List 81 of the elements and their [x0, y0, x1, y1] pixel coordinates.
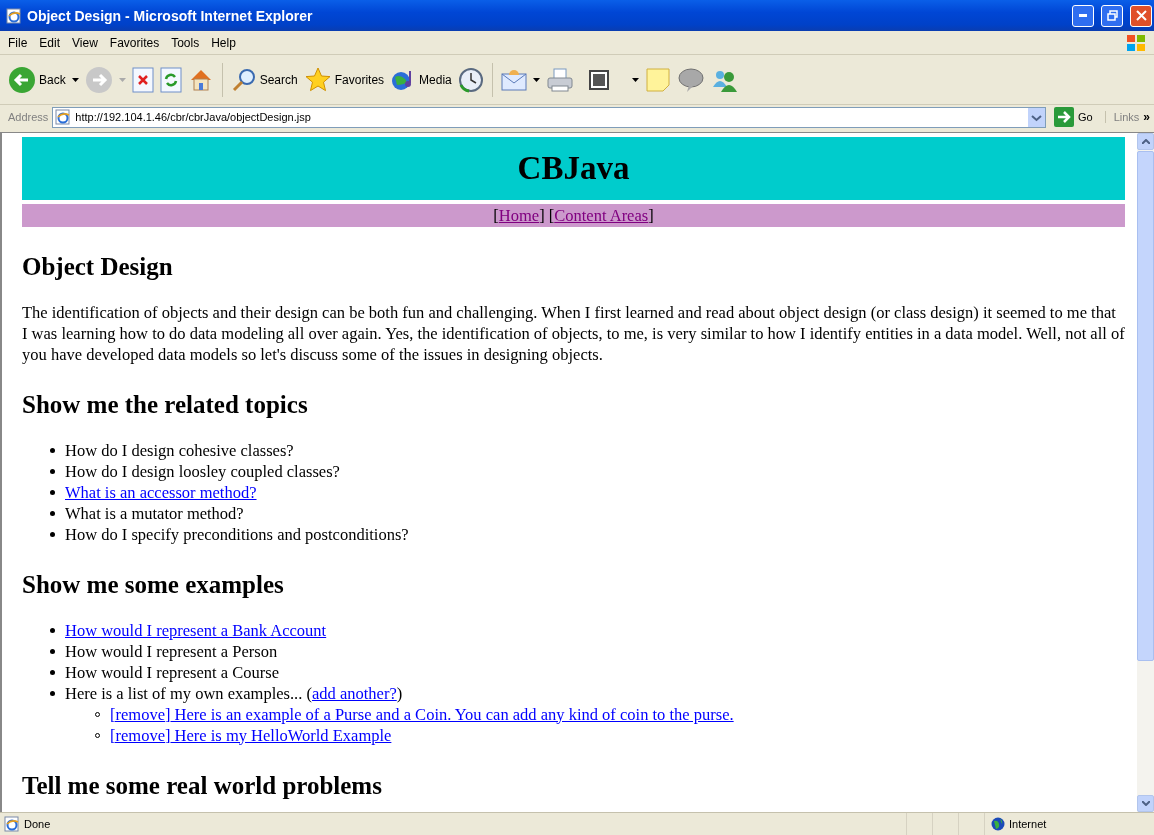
bullet-icon — [50, 490, 55, 495]
refresh-icon[interactable] — [159, 66, 182, 93]
link[interactable]: How would I represent a Bank Account — [65, 620, 327, 641]
go-button[interactable]: Go — [1049, 107, 1101, 127]
back-button[interactable]: Back — [8, 65, 66, 94]
scrollbar[interactable] — [1137, 133, 1154, 812]
close-icon — [1135, 10, 1147, 21]
section-heading: Object Design — [22, 253, 174, 281]
history-icon[interactable] — [457, 66, 484, 93]
restore-button[interactable] — [1101, 4, 1123, 27]
globe-page-icon — [4, 816, 20, 832]
globe-page-icon — [55, 109, 72, 125]
section-heading: Tell me some real world problems — [22, 772, 383, 800]
site-banner: CBJava — [22, 137, 1125, 200]
search-button[interactable]: Search — [230, 66, 298, 93]
bullet-icon — [50, 532, 55, 537]
media-button[interactable]: Media — [390, 66, 452, 93]
section-heading: Show me some examples — [22, 571, 285, 599]
nav-bracket: ] [ — [539, 205, 555, 226]
mail-icon[interactable] — [500, 68, 527, 91]
minimize-icon — [1079, 14, 1087, 17]
arrow-icon — [1053, 107, 1074, 127]
list-item-text: Here is a list of my own examples... ( — [65, 683, 312, 704]
menu-item[interactable]: View — [68, 35, 106, 50]
restore-icon — [1106, 10, 1118, 21]
minimize-button[interactable] — [1072, 4, 1094, 27]
list-item: How would I represent a Course — [65, 662, 279, 683]
nav-link[interactable]: Home — [498, 205, 540, 226]
list-item: How do I design loosley coupled classes? — [65, 461, 340, 482]
menu-item[interactable]: File — [4, 35, 36, 50]
status-text: Done — [24, 818, 51, 830]
link[interactable]: Here is an example of a Purse and a Coin. You can add any kind of coin to the purse. — [170, 704, 734, 725]
link[interactable]: What is an accessor method? — [65, 482, 257, 503]
address-label: Address — [8, 111, 49, 123]
globe-icon — [991, 817, 1005, 831]
menu-item[interactable]: Favorites — [105, 35, 168, 50]
speech-bubble-icon[interactable] — [676, 66, 705, 93]
address-field[interactable]: http://192.104.1.46/cbr/cbrJava/objectDesign.jsp — [52, 106, 1046, 128]
section-heading: Show me the related topics — [22, 391, 309, 419]
link[interactable]: Here is my HelloWorld Example — [170, 725, 392, 746]
flag-icon — [1126, 33, 1146, 52]
bullet-icon — [50, 448, 55, 453]
paragraph: The identification of objects and their design can be both fun and challenging. When I first learned and read about object design (or class design) it seemed to me that I was learning how to do data modeling all over again. Yes, the identification of objects, to me, is very similar to how I identify entities in a data model. Well, not all of you have developed data models so let's discuss some of the issues in designing objects. — [22, 302, 1125, 365]
caret-icon[interactable] — [532, 77, 540, 82]
star-icon — [303, 65, 332, 94]
dropdown-icon[interactable] — [1027, 107, 1045, 127]
window-title: Object Design - Microsoft Internet Explorer — [27, 7, 314, 24]
bullet-icon — [50, 670, 55, 675]
bullet-icon — [50, 469, 55, 474]
list-item: How would I represent a Person — [65, 641, 278, 662]
more-chevron[interactable]: » — [1143, 110, 1150, 124]
caret-icon[interactable] — [71, 77, 79, 82]
menu-item[interactable]: Edit — [35, 35, 69, 50]
list-item-text: ) — [396, 683, 403, 704]
nav-bracket: ] — [648, 205, 654, 226]
link[interactable]: [remove] — [110, 704, 171, 725]
menu-item[interactable]: Help — [207, 35, 244, 50]
printer-icon[interactable] — [545, 66, 574, 93]
scroll-thumb[interactable] — [1137, 151, 1154, 661]
link[interactable]: [remove] — [110, 725, 171, 746]
favorites-button[interactable]: Favorites — [303, 65, 385, 94]
globe-page-icon — [6, 7, 22, 24]
menu-item[interactable]: Tools — [167, 35, 208, 50]
bullet-icon — [50, 691, 55, 696]
nav-link[interactable]: Content Areas — [554, 205, 649, 226]
nav-bracket: [ — [493, 205, 499, 226]
scroll-up-icon[interactable] — [1137, 133, 1154, 150]
document-icon[interactable] — [587, 68, 610, 91]
list-item: How do I design cohesive classes? — [65, 440, 294, 461]
link[interactable]: add another? — [312, 683, 397, 704]
scroll-down-icon[interactable] — [1137, 795, 1154, 812]
bullet-icon — [50, 628, 55, 633]
list-item: How do I specify preconditions and postconditions? — [65, 524, 409, 545]
bullet-icon — [50, 649, 55, 654]
search-icon — [230, 66, 257, 93]
list-item: What is a mutator method? — [65, 503, 244, 524]
close-button[interactable] — [1130, 4, 1152, 27]
caret-icon[interactable] — [631, 77, 639, 82]
bullet-icon — [50, 511, 55, 516]
stop-icon[interactable] — [131, 66, 154, 93]
zone-label: Internet — [1009, 818, 1047, 830]
